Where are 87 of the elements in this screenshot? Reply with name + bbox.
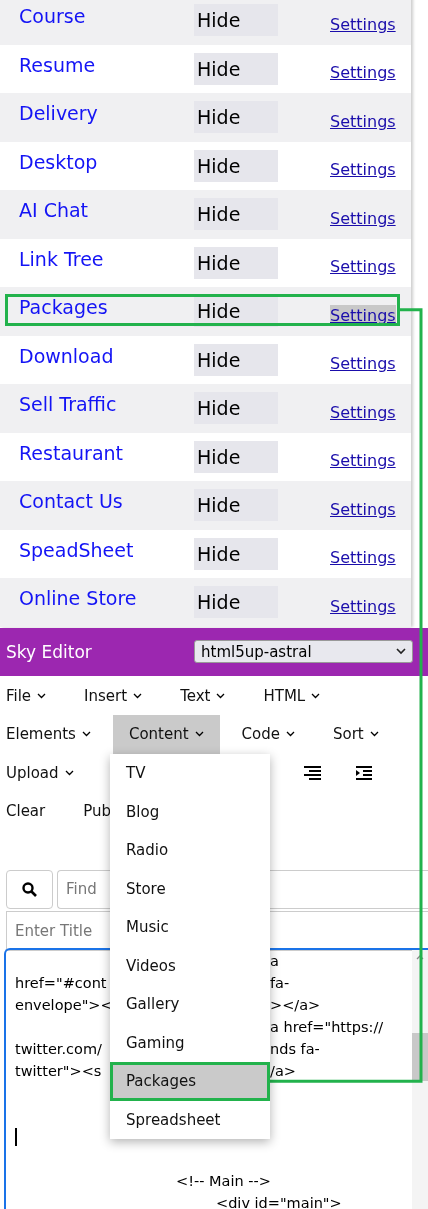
hide-button[interactable]: Hide <box>194 149 278 182</box>
search-icon <box>22 881 37 897</box>
chevron-down-icon <box>369 731 379 738</box>
menu-item[interactable]: Content <box>112 715 220 754</box>
app-name: AI Chat <box>18 199 90 222</box>
menu-item[interactable]: File <box>0 676 63 715</box>
dropdown-item[interactable]: Music <box>110 908 270 947</box>
dropdown-item[interactable]: Gallery <box>110 985 270 1024</box>
settings-link[interactable]: Settings <box>330 353 396 375</box>
hide-button[interactable]: Hide <box>194 52 278 85</box>
code-text: twitter"><s <box>15 1062 102 1079</box>
code-text: a href="https:// <box>270 1017 384 1037</box>
search-button[interactable] <box>6 869 53 909</box>
app-name: Packages <box>18 296 109 319</box>
chevron-down-icon <box>133 692 143 699</box>
code-text: ></a> <box>270 995 321 1015</box>
align-right-icon[interactable] <box>303 765 321 780</box>
app-name: Resume <box>18 53 97 76</box>
hide-button[interactable]: Hide <box>194 392 278 425</box>
settings-link[interactable]: Settings <box>330 159 396 181</box>
code-text: /a> <box>270 1061 296 1081</box>
code-text: nds fa- <box>270 1039 320 1059</box>
settings-link[interactable]: Settings <box>330 401 396 423</box>
code-text: envelope">< <box>15 996 113 1013</box>
code-text: <!-- Main --> <box>176 1171 271 1191</box>
menu-item[interactable]: Insert <box>68 676 159 715</box>
menu-item[interactable]: Upload <box>0 753 90 792</box>
code-text: <div id="main"> <box>216 1193 342 1209</box>
dropdown-item[interactable]: Radio <box>110 831 270 870</box>
chevron-down-icon <box>194 731 204 738</box>
settings-link[interactable]: Settings <box>330 450 396 472</box>
chevron-down-icon <box>37 692 47 699</box>
hide-button[interactable]: Hide <box>194 489 278 522</box>
settings-link[interactable]: Settings <box>330 207 396 229</box>
settings-link[interactable]: Settings <box>330 62 396 84</box>
code-text: fa- <box>270 973 290 993</box>
hide-button[interactable]: Hide <box>194 198 278 231</box>
dropdown-item[interactable]: Gaming <box>110 1023 270 1062</box>
chevron-down-icon <box>311 692 321 699</box>
dropdown-item[interactable]: Spreadsheet <box>110 1100 270 1139</box>
chevron-down-icon <box>216 692 226 699</box>
code-text: twitter.com/ <box>15 1040 102 1057</box>
code-text: a <box>270 951 279 971</box>
app-name: Delivery <box>18 102 99 125</box>
chevron-down-icon <box>396 648 406 655</box>
hide-button[interactable]: Hide <box>194 246 278 279</box>
settings-link[interactable]: Settings <box>330 13 396 35</box>
app-name: Link Tree <box>18 247 105 270</box>
menu-item[interactable]: Elements <box>0 715 107 754</box>
menu-item[interactable]: Text <box>164 676 242 715</box>
menu-item[interactable]: Code <box>225 715 311 754</box>
text-cursor <box>15 1127 17 1146</box>
app-name: Contact Us <box>18 490 124 513</box>
toolbar-button[interactable]: Clear <box>0 792 62 831</box>
app-title: Sky Editor <box>6 641 92 662</box>
menu-item[interactable]: HTML <box>247 676 337 715</box>
app-name: SpeadSheet <box>18 538 135 561</box>
settings-link[interactable]: Settings <box>330 110 396 132</box>
settings-link[interactable]: Settings <box>330 498 396 520</box>
hide-button[interactable]: Hide <box>194 343 278 376</box>
code-text: href="#cont <box>15 974 107 991</box>
hide-button[interactable]: Hide <box>194 586 278 619</box>
chevron-down-icon <box>81 731 91 738</box>
chevron-down-icon <box>64 769 74 776</box>
settings-link[interactable]: Settings <box>330 595 396 617</box>
app-name: Download <box>18 344 115 367</box>
hide-button[interactable]: Hide <box>194 537 278 570</box>
settings-link[interactable]: Settings <box>330 256 396 278</box>
dropdown-item[interactable]: Store <box>110 869 270 908</box>
settings-link[interactable]: Settings <box>330 547 396 569</box>
settings-link[interactable]: Settings <box>330 304 396 326</box>
template-select[interactable]: html5up-astral <box>194 640 413 663</box>
app-name: Desktop <box>18 150 99 173</box>
app-name: Sell Traffic <box>18 393 118 416</box>
app-name: Course <box>18 5 87 28</box>
app-name: Online Store <box>18 587 138 610</box>
hide-button[interactable]: Hide <box>194 440 278 473</box>
dropdown-item[interactable]: TV <box>110 754 270 793</box>
menu-item[interactable]: Sort <box>317 715 395 754</box>
chevron-down-icon <box>286 731 295 738</box>
indent-icon[interactable] <box>355 765 372 780</box>
dropdown-item[interactable]: Blog <box>110 792 270 831</box>
hide-button[interactable]: Hide <box>194 101 278 134</box>
hide-button[interactable]: Hide <box>194 4 278 37</box>
app-name: Restaurant <box>18 441 125 464</box>
dropdown-item[interactable]: Videos <box>110 946 270 985</box>
dropdown-item[interactable]: Packages <box>110 1062 270 1101</box>
